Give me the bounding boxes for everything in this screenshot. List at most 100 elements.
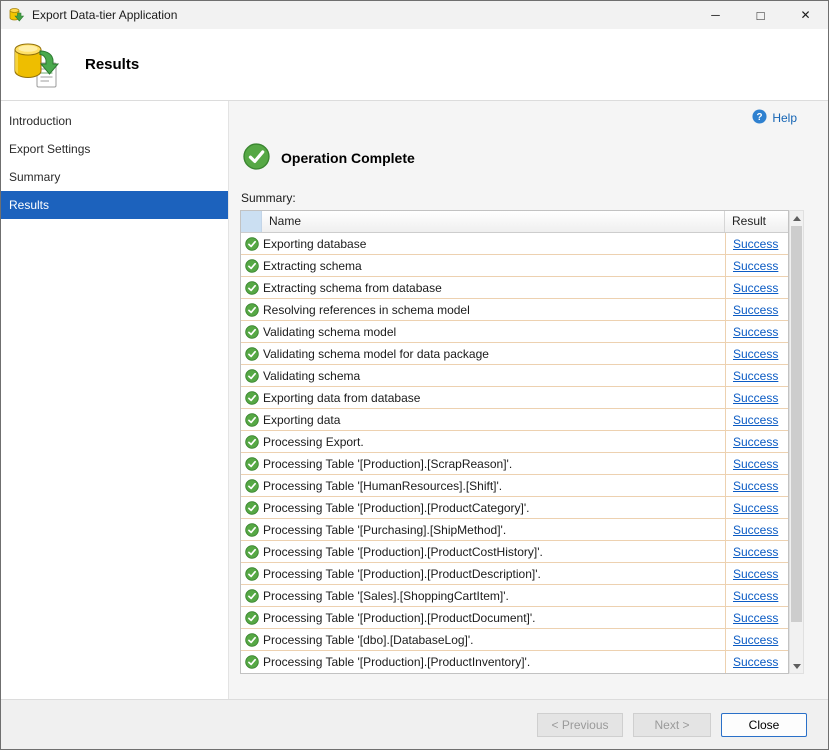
- success-link[interactable]: Success: [733, 589, 778, 603]
- row-result: Success: [725, 365, 788, 386]
- table-row[interactable]: Processing Table '[Production].[ProductC…: [241, 541, 788, 563]
- row-name: Extracting schema: [262, 259, 725, 273]
- result-column-header: Result: [725, 211, 788, 232]
- success-link[interactable]: Success: [733, 457, 778, 471]
- table-row[interactable]: Processing Table '[HumanResources].[Shif…: [241, 475, 788, 497]
- scrollbar-thumb[interactable]: [791, 226, 802, 622]
- row-result: Success: [725, 387, 788, 408]
- row-name: Processing Table '[Production].[ProductD…: [262, 611, 725, 625]
- table-row[interactable]: Processing Table '[Production].[ProductD…: [241, 563, 788, 585]
- table-row[interactable]: Processing Table '[Sales].[ShoppingCartI…: [241, 585, 788, 607]
- success-link[interactable]: Success: [733, 633, 778, 647]
- success-link[interactable]: Success: [733, 479, 778, 493]
- success-link[interactable]: Success: [733, 523, 778, 537]
- vertical-scrollbar[interactable]: [789, 210, 804, 674]
- results-table-body: Exporting database Success Extracting sc…: [241, 233, 788, 673]
- success-link[interactable]: Success: [733, 347, 778, 361]
- row-result: Success: [725, 233, 788, 254]
- close-icon[interactable]: ✕: [783, 1, 828, 29]
- success-check-icon: [241, 259, 262, 273]
- row-result: Success: [725, 607, 788, 628]
- table-row[interactable]: Processing Table '[Production].[ScrapRea…: [241, 453, 788, 475]
- table-row[interactable]: Processing Table '[Purchasing].[ShipMeth…: [241, 519, 788, 541]
- success-link[interactable]: Success: [733, 303, 778, 317]
- row-result: Success: [725, 321, 788, 342]
- table-row[interactable]: Validating schema model Success: [241, 321, 788, 343]
- results-table: Name Result Exporting database Success E…: [240, 210, 789, 674]
- table-row[interactable]: Extracting schema from database Success: [241, 277, 788, 299]
- row-result: Success: [725, 651, 788, 673]
- success-link[interactable]: Success: [733, 259, 778, 273]
- table-row[interactable]: Validating schema model for data package…: [241, 343, 788, 365]
- name-column-header: Name: [262, 211, 725, 232]
- close-button[interactable]: Close: [721, 713, 807, 737]
- success-link[interactable]: Success: [733, 391, 778, 405]
- table-row[interactable]: Resolving references in schema model Suc…: [241, 299, 788, 321]
- success-check-icon: [241, 281, 262, 295]
- table-row[interactable]: Processing Table '[Production].[ProductI…: [241, 651, 788, 673]
- success-check-icon: [241, 237, 262, 251]
- row-result: Success: [725, 475, 788, 496]
- success-link[interactable]: Success: [733, 545, 778, 559]
- success-check-icon: [241, 303, 262, 317]
- row-name: Processing Table '[dbo].[DatabaseLog]'.: [262, 633, 725, 647]
- success-link[interactable]: Success: [733, 501, 778, 515]
- sidebar-item-introduction[interactable]: Introduction: [1, 107, 228, 135]
- success-link[interactable]: Success: [733, 435, 778, 449]
- sidebar-item-results[interactable]: Results: [1, 191, 228, 219]
- row-name: Processing Table '[HumanResources].[Shif…: [262, 479, 725, 493]
- success-check-icon: [241, 391, 262, 405]
- table-row[interactable]: Exporting data from database Success: [241, 387, 788, 409]
- table-row[interactable]: Processing Export. Success: [241, 431, 788, 453]
- table-row[interactable]: Exporting database Success: [241, 233, 788, 255]
- success-check-icon: [241, 655, 262, 669]
- window-title: Export Data-tier Application: [32, 8, 693, 22]
- sidebar-item-export-settings[interactable]: Export Settings: [1, 135, 228, 163]
- table-row[interactable]: Processing Table '[Production].[ProductC…: [241, 497, 788, 519]
- row-name: Validating schema model for data package: [262, 347, 725, 361]
- row-name: Processing Export.: [262, 435, 725, 449]
- operation-status: Operation Complete: [243, 143, 415, 173]
- success-link[interactable]: Success: [733, 611, 778, 625]
- table-row[interactable]: Processing Table '[dbo].[DatabaseLog]'. …: [241, 629, 788, 651]
- row-name: Validating schema model: [262, 325, 725, 339]
- app-icon: [9, 7, 25, 23]
- help-label[interactable]: Help: [772, 111, 797, 125]
- titlebar[interactable]: Export Data-tier Application ─ □ ✕: [1, 1, 828, 29]
- table-row[interactable]: Extracting schema Success: [241, 255, 788, 277]
- success-check-icon: [241, 523, 262, 537]
- row-name: Exporting database: [262, 237, 725, 251]
- success-link[interactable]: Success: [733, 325, 778, 339]
- success-link[interactable]: Success: [733, 281, 778, 295]
- maximize-icon[interactable]: □: [738, 1, 783, 29]
- success-link[interactable]: Success: [733, 413, 778, 427]
- row-name: Processing Table '[Production].[ProductC…: [262, 501, 725, 515]
- success-link[interactable]: Success: [733, 369, 778, 383]
- row-name: Processing Table '[Production].[ScrapRea…: [262, 457, 725, 471]
- row-name: Extracting schema from database: [262, 281, 725, 295]
- row-name: Validating schema: [262, 369, 725, 383]
- success-link[interactable]: Success: [733, 567, 778, 581]
- icon-column-header: [241, 211, 262, 232]
- table-row[interactable]: Validating schema Success: [241, 365, 788, 387]
- scroll-up-icon[interactable]: [790, 211, 803, 225]
- success-check-icon: [241, 369, 262, 383]
- success-link[interactable]: Success: [733, 655, 778, 669]
- scroll-down-icon[interactable]: [790, 659, 803, 673]
- success-check-icon: [241, 479, 262, 493]
- help-link[interactable]: ? Help: [752, 109, 797, 127]
- previous-button[interactable]: < Previous: [537, 713, 623, 737]
- results-pane: ? Help Operation Complete Summary:: [229, 101, 828, 699]
- table-row[interactable]: Processing Table '[Production].[ProductD…: [241, 607, 788, 629]
- minimize-icon[interactable]: ─: [693, 1, 738, 29]
- next-button[interactable]: Next >: [633, 713, 711, 737]
- success-link[interactable]: Success: [733, 237, 778, 251]
- success-check-icon: [241, 567, 262, 581]
- table-row[interactable]: Exporting data Success: [241, 409, 788, 431]
- row-name: Processing Table '[Sales].[ShoppingCartI…: [262, 589, 725, 603]
- success-check-icon: [241, 589, 262, 603]
- success-check-icon: [241, 435, 262, 449]
- sidebar-item-summary[interactable]: Summary: [1, 163, 228, 191]
- row-name: Processing Table '[Production].[ProductC…: [262, 545, 725, 559]
- row-result: Success: [725, 519, 788, 540]
